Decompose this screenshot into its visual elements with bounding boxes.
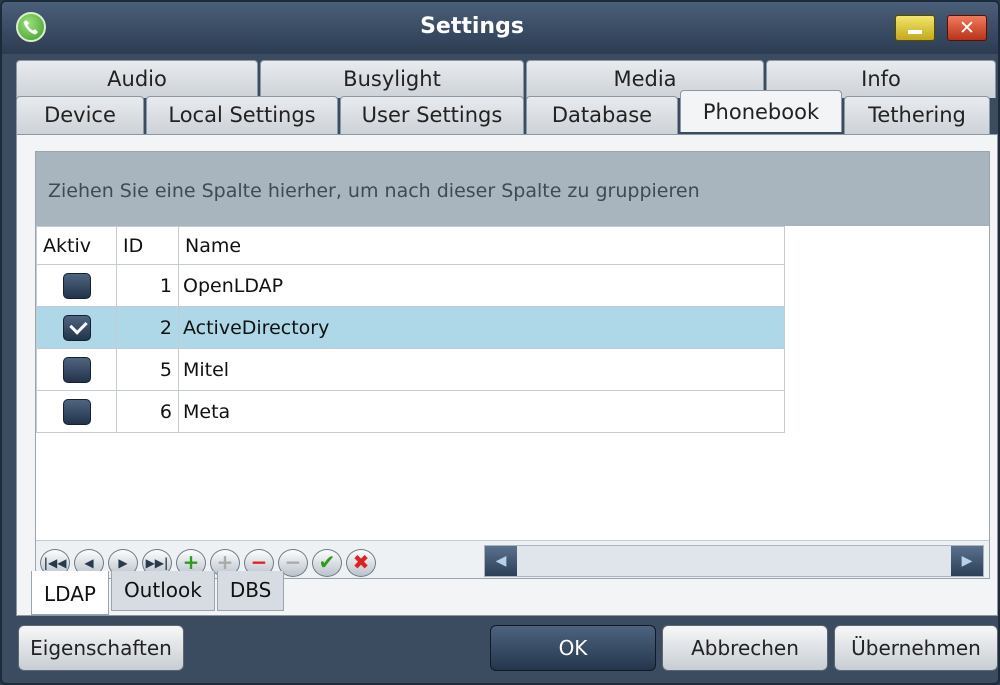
id-cell: 5 [116,348,179,391]
aktiv-cell[interactable] [36,306,117,349]
table-row[interactable]: 5 Mitel [36,348,785,391]
name-cell[interactable]: ActiveDirectory [178,306,785,349]
name-cell[interactable]: OpenLDAP [178,264,785,307]
apply-button[interactable]: Übernehmen [834,625,998,671]
column-header-id[interactable]: ID [116,226,179,265]
close-button[interactable]: ✕ [947,15,987,41]
horizontal-scrollbar[interactable]: ◀ ▶ [484,545,984,577]
tab-device[interactable]: Device [16,96,144,134]
aktiv-checkbox-checked[interactable] [62,314,91,341]
prev-icon: ◀ [84,556,94,570]
phonebook-table: Aktiv ID Name 1 OpenLDAP 2 ActiveDirecto… [36,226,785,433]
cancel-button[interactable]: Abbrechen [662,625,828,671]
subtab-outlook[interactable]: Outlook [110,571,215,611]
discard-button[interactable]: ✖ [346,549,376,577]
window-title: Settings [420,14,524,39]
settings-window: Settings ✕ Audio Busylight Media Info De… [0,0,1000,685]
next-icon: ▶ [118,556,128,570]
ok-button[interactable]: OK [490,625,656,671]
tab-row-bottom: Device Local Settings User Settings Data… [16,90,992,134]
name-cell[interactable]: Mitel [178,348,785,391]
table-row-selected[interactable]: 2 ActiveDirectory [36,306,785,349]
last-icon: ▶▶| [145,556,169,570]
table-row[interactable]: 6 Meta [36,390,785,433]
phonebook-grid: Ziehen Sie eine Spalte hierher, um nach … [35,151,990,579]
id-cell: 2 [116,306,179,349]
tab-local-settings[interactable]: Local Settings [146,96,338,134]
tab-row-top: Audio Busylight Media Info [16,60,998,98]
aktiv-checkbox[interactable] [62,398,91,425]
table-header-row: Aktiv ID Name [36,226,785,265]
aktiv-cell[interactable] [36,348,117,391]
subtab-dbs[interactable]: DBS [216,571,285,611]
confirm-icon: ✔ [318,550,336,574]
scroll-right-icon[interactable]: ▶ [951,546,983,576]
name-cell[interactable]: Meta [178,390,785,433]
confirm-button[interactable]: ✔ [312,549,342,577]
properties-button[interactable]: Eigenschaften [18,625,184,671]
column-header-name[interactable]: Name [178,226,785,265]
phonebook-panel: Ziehen Sie eine Spalte hierher, um nach … [16,134,998,616]
column-header-aktiv[interactable]: Aktiv [36,226,117,265]
tab-tethering[interactable]: Tethering [844,96,990,134]
tab-audio[interactable]: Audio [16,60,258,98]
aktiv-cell[interactable] [36,264,117,307]
tab-user-settings[interactable]: User Settings [340,96,524,134]
first-icon: |◀◀ [43,556,67,570]
minimize-button[interactable] [895,15,935,41]
aktiv-checkbox[interactable] [62,356,91,383]
source-subtabs: LDAP Outlook DBS [31,571,286,615]
aktiv-cell[interactable] [36,390,117,433]
cancel-edit-icon: − [284,550,302,574]
scroll-left-icon[interactable]: ◀ [485,546,517,576]
table-row[interactable]: 1 OpenLDAP [36,264,785,307]
id-cell: 6 [116,390,179,433]
tab-database[interactable]: Database [526,96,678,134]
discard-icon: ✖ [352,550,370,574]
group-by-area[interactable]: Ziehen Sie eine Spalte hierher, um nach … [36,152,989,226]
aktiv-checkbox[interactable] [62,272,91,299]
title-bar[interactable]: Settings ✕ [2,2,998,54]
tab-busylight[interactable]: Busylight [260,60,524,98]
id-cell: 1 [116,264,179,307]
tab-phonebook[interactable]: Phonebook [680,90,842,132]
subtab-ldap[interactable]: LDAP [31,571,109,615]
